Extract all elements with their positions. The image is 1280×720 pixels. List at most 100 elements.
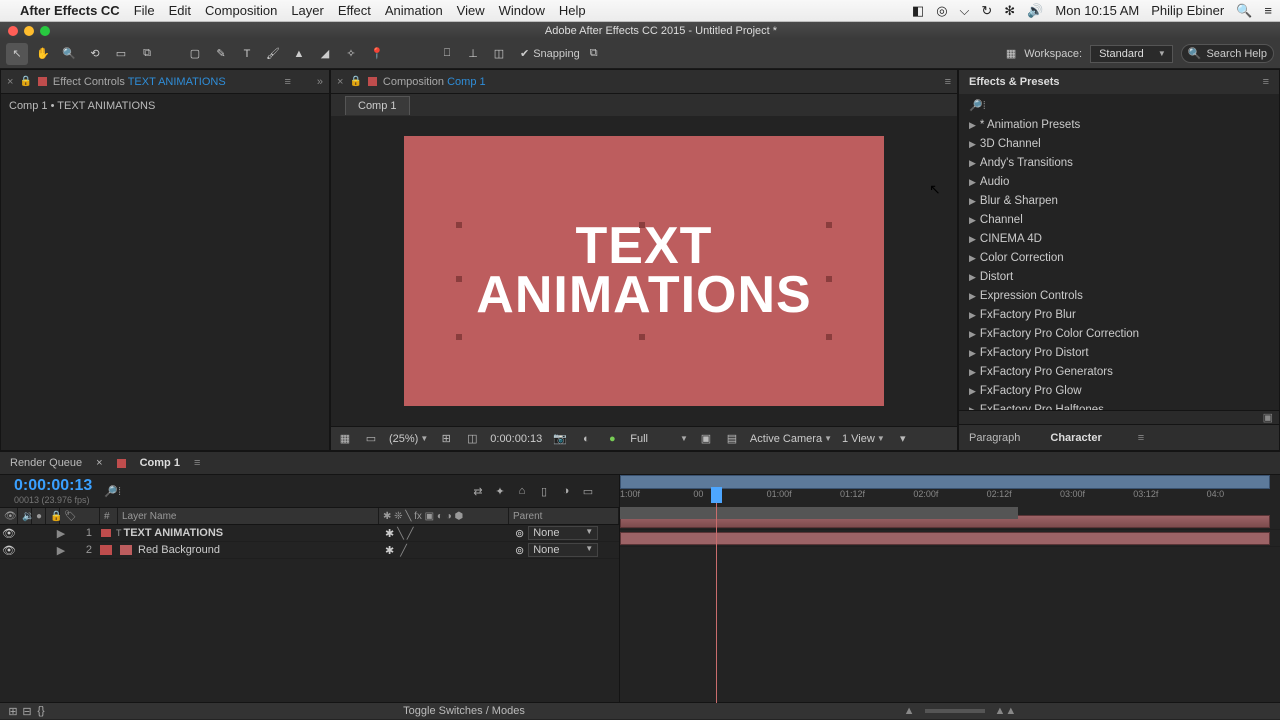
- composition-canvas[interactable]: TEXT ANIMATIONS: [404, 136, 884, 406]
- close-window-button[interactable]: [8, 26, 18, 36]
- close-icon[interactable]: ×: [96, 457, 102, 469]
- menu-layer[interactable]: Layer: [291, 3, 324, 18]
- draft3d-icon[interactable]: ✦: [493, 484, 507, 498]
- menubar-user[interactable]: Philip Ebiner: [1151, 3, 1224, 18]
- resolution-dropdown[interactable]: Full▼: [630, 433, 688, 445]
- twirl-icon[interactable]: ▶: [54, 544, 68, 557]
- workspace-dropdown[interactable]: Standard ▼: [1090, 45, 1173, 63]
- settings-icon[interactable]: ✻: [1004, 3, 1015, 19]
- panel-options-icon[interactable]: ≡: [284, 76, 290, 88]
- paragraph-tab[interactable]: Paragraph: [969, 432, 1020, 444]
- col-lock[interactable]: 🔒: [46, 508, 60, 524]
- brush-tool[interactable]: 🖌: [262, 43, 284, 65]
- visibility-toggle[interactable]: 👁: [0, 544, 18, 557]
- zoom-window-button[interactable]: [40, 26, 50, 36]
- parent-dropdown[interactable]: None▼: [528, 526, 598, 540]
- menu-edit[interactable]: Edit: [169, 3, 191, 18]
- view-options-icon[interactable]: ▣: [698, 431, 714, 447]
- ep-item[interactable]: ▶Distort: [959, 268, 1279, 287]
- composition-viewer[interactable]: TEXT ANIMATIONS ↖: [331, 116, 957, 426]
- anchor-icon[interactable]: ⊥: [462, 43, 484, 65]
- pickwhip-icon[interactable]: ⊚: [515, 544, 524, 557]
- resolution-icon[interactable]: ⊞: [438, 431, 454, 447]
- layer-name[interactable]: TEXT ANIMATIONS: [122, 527, 380, 539]
- menu-view[interactable]: View: [457, 3, 485, 18]
- selection-tool[interactable]: ↖: [6, 43, 28, 65]
- transform-handle[interactable]: [456, 334, 462, 340]
- ep-item[interactable]: ▶Andy's Transitions: [959, 154, 1279, 173]
- col-parent[interactable]: Parent: [509, 508, 619, 524]
- effects-presets-header[interactable]: Effects & Presets ≡: [959, 70, 1279, 94]
- character-tab[interactable]: Character: [1050, 432, 1101, 444]
- 3d-view-icon[interactable]: ▤: [724, 431, 740, 447]
- composition-tab[interactable]: Comp 1: [345, 96, 410, 115]
- work-area-bar[interactable]: [620, 507, 1018, 519]
- zoom-in-icon[interactable]: ▲▲: [995, 705, 1017, 717]
- shy-icon[interactable]: ⌂: [515, 484, 529, 498]
- align-icon[interactable]: ⎕: [436, 43, 458, 65]
- close-tab-icon[interactable]: ×: [7, 76, 13, 88]
- camera-tool[interactable]: ▭: [110, 43, 132, 65]
- brace-icon[interactable]: {}: [34, 704, 48, 718]
- effects-presets-list[interactable]: ▶* Animation Presets ▶3D Channel ▶Andy's…: [959, 116, 1279, 410]
- menu-list-icon[interactable]: ≡: [1264, 3, 1272, 18]
- zoom-slider[interactable]: [925, 709, 985, 713]
- rotate-tool[interactable]: ⟲: [84, 43, 106, 65]
- track-row[interactable]: [620, 530, 1280, 547]
- views-dropdown[interactable]: 1 View▼: [842, 433, 885, 445]
- layer-row[interactable]: 👁 ▶ 2 Red Background ✱ ╱ ⊚ None▼: [0, 542, 619, 559]
- minimize-window-button[interactable]: [24, 26, 34, 36]
- snap-opt-icon[interactable]: ⧉: [590, 47, 598, 60]
- spotlight-icon[interactable]: 🔍: [1236, 3, 1252, 19]
- roi-icon[interactable]: ◫: [464, 431, 480, 447]
- transfer-icon[interactable]: ⊟: [20, 704, 34, 718]
- text-layer-display[interactable]: TEXT ANIMATIONS: [476, 222, 811, 321]
- col-layer-name[interactable]: Layer Name: [118, 508, 379, 524]
- puppet-tool[interactable]: 📍: [366, 43, 388, 65]
- menubar-tray-icon[interactable]: ◧: [912, 3, 924, 19]
- timeline-timecode[interactable]: 0:00:00:13: [14, 477, 92, 495]
- col-audio[interactable]: 🔉: [18, 508, 32, 524]
- zoom-tool[interactable]: 🔍: [58, 43, 80, 65]
- layer-name[interactable]: Red Background: [136, 544, 379, 556]
- pan-behind-tool[interactable]: ⧉: [136, 43, 158, 65]
- menu-window[interactable]: Window: [499, 3, 545, 18]
- effect-controls-layer[interactable]: TEXT ANIMATIONS: [128, 76, 226, 88]
- menu-animation[interactable]: Animation: [385, 3, 443, 18]
- twirl-icon[interactable]: ▶: [54, 527, 68, 540]
- cc-icon[interactable]: ◎: [936, 3, 947, 19]
- transparency-icon[interactable]: ▭: [363, 431, 379, 447]
- mask-icon[interactable]: ◫: [488, 43, 510, 65]
- more-options-icon[interactable]: ▾: [895, 431, 911, 447]
- ep-item[interactable]: ▶FxFactory Pro Distort: [959, 344, 1279, 363]
- ep-item[interactable]: ▶FxFactory Pro Halftones: [959, 401, 1279, 410]
- pickwhip-icon[interactable]: ⊚: [515, 527, 524, 540]
- wifi-icon[interactable]: ⌵: [960, 3, 970, 19]
- menu-composition[interactable]: Composition: [205, 3, 277, 18]
- ep-item[interactable]: ▶FxFactory Pro Color Correction: [959, 325, 1279, 344]
- ep-item[interactable]: ▶Expression Controls: [959, 287, 1279, 306]
- col-color[interactable]: 🏷: [60, 508, 100, 524]
- parent-dropdown[interactable]: None▼: [528, 543, 598, 557]
- snapping-label[interactable]: Snapping: [533, 48, 580, 60]
- close-comp-tab-icon[interactable]: ×: [337, 76, 343, 88]
- color-icon[interactable]: ●: [604, 431, 620, 447]
- roto-tool[interactable]: ✧: [340, 43, 362, 65]
- col-video[interactable]: 👁: [0, 508, 18, 524]
- ep-item[interactable]: ▶FxFactory Pro Glow: [959, 382, 1279, 401]
- ep-item[interactable]: ▶FxFactory Pro Blur: [959, 306, 1279, 325]
- layer-swatch[interactable]: [100, 545, 112, 555]
- app-name[interactable]: After Effects CC: [20, 3, 120, 18]
- ep-item[interactable]: ▶Blur & Sharpen: [959, 192, 1279, 211]
- col-solo[interactable]: ●: [32, 508, 46, 524]
- transform-handle[interactable]: [639, 222, 645, 228]
- char-options-icon[interactable]: ≡: [1138, 432, 1144, 444]
- transform-handle[interactable]: [826, 334, 832, 340]
- composition-panel-title[interactable]: Composition: [383, 76, 444, 88]
- menu-effect[interactable]: Effect: [338, 3, 371, 18]
- traffic-lights[interactable]: [8, 26, 50, 36]
- eraser-tool[interactable]: ◢: [314, 43, 336, 65]
- zoom-out-icon[interactable]: ▲: [904, 705, 915, 717]
- visibility-toggle[interactable]: 👁: [0, 527, 18, 540]
- lock-icon[interactable]: 🔒: [19, 76, 31, 87]
